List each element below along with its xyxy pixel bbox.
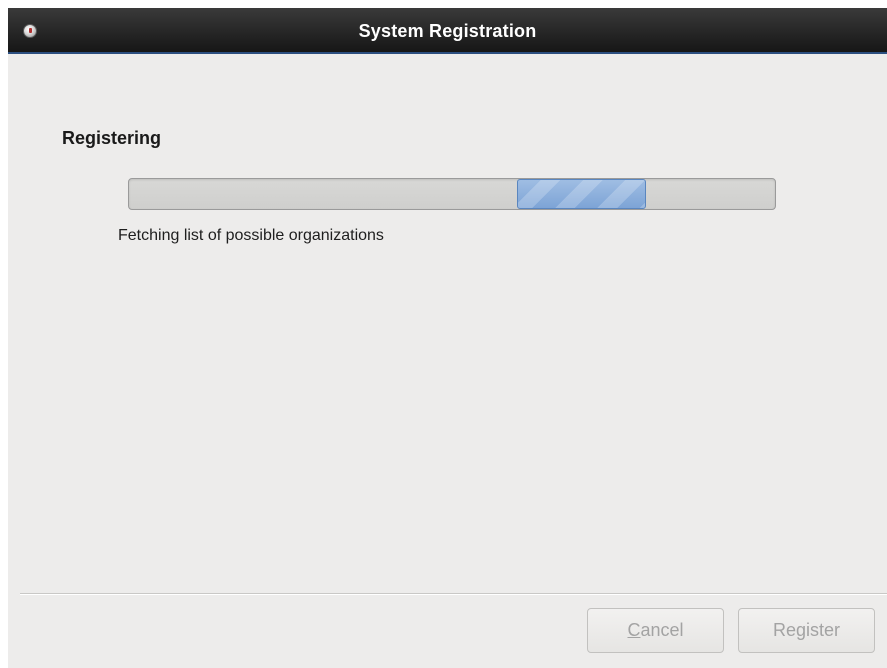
cancel-button[interactable]: Cancel	[587, 608, 724, 653]
button-area-separator	[20, 593, 887, 595]
cancel-label-rest: ancel	[640, 620, 684, 640]
register-button[interactable]: Register	[738, 608, 875, 653]
title-bar[interactable]: System Registration	[8, 8, 887, 54]
page-heading: Registering	[62, 128, 162, 148]
progress-pulse-block	[516, 179, 646, 209]
progress-bar	[128, 178, 776, 210]
status-message: Fetching list of possible organizations	[118, 227, 384, 244]
window-title: System Registration	[358, 21, 537, 41]
cancel-mnemonic: C	[627, 620, 641, 640]
registration-window: System Registration Registering Fetching…	[8, 8, 887, 668]
